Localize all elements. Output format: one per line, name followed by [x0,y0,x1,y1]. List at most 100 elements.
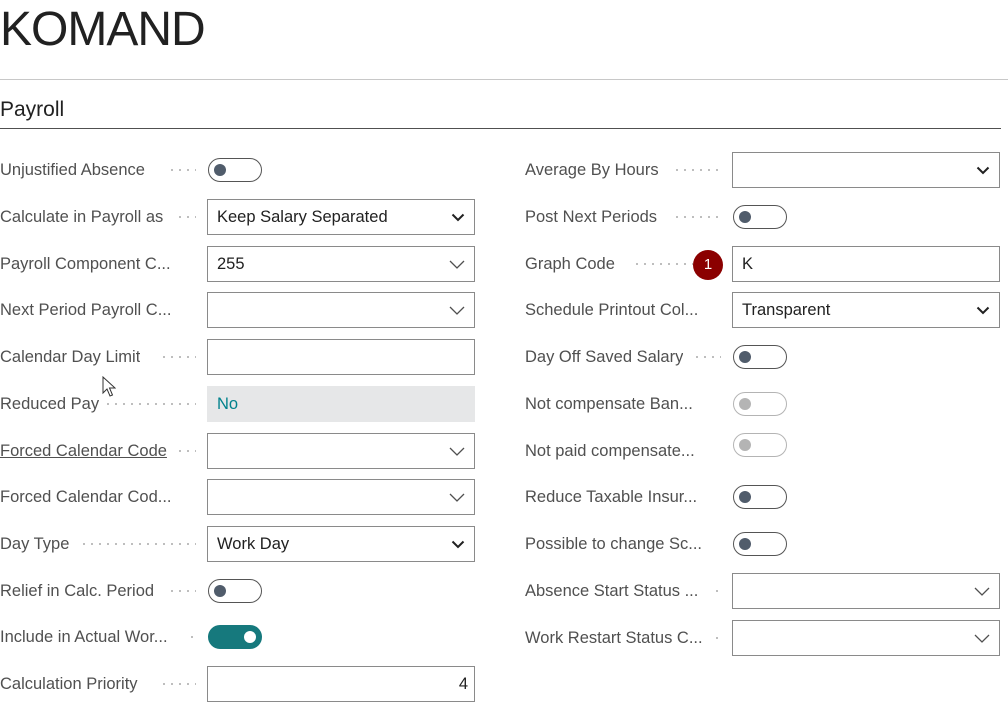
field-value: No [217,395,239,413]
reduce-taxable-insurance-toggle[interactable] [733,485,787,509]
field-label: Calculate in Payroll as [0,208,164,226]
post-next-periods-toggle[interactable] [733,205,787,229]
field-row-next-period-payroll: Next Period Payroll C... [0,292,480,328]
toggle-knob [739,398,751,410]
field-row-absence-start-status: Absence Start Status ... [525,573,1005,609]
graph-code-input[interactable]: K [732,246,1000,282]
dot-leader [168,169,196,171]
toggle-knob [214,164,226,176]
field-row-possible-to-change-schedule: Possible to change Sc... [525,526,1005,562]
field-row-reduce-taxable-insurance: Reduce Taxable Insur... [525,479,1005,515]
field-row-not-paid-compensate: Not paid compensate... [525,433,1005,469]
dot-leader [176,216,196,218]
field-row-average-by-hours: Average By Hours [525,152,1005,188]
dot-leader [176,450,196,452]
dot-leader [188,636,196,638]
field-label: Calculation Priority [0,675,138,693]
notification-badge[interactable]: 1 [693,250,723,280]
field-row-calculation-priority: Calculation Priority 4 [0,666,480,702]
not-paid-compensate-toggle [733,433,787,457]
page-title: KOMAND [0,3,206,56]
field-label: Payroll Component C... [0,255,171,273]
field-value: 255 [217,255,245,273]
field-value: Work Day [217,535,290,553]
dot-leader [104,403,196,405]
day-off-saved-salary-toggle[interactable] [733,345,787,369]
dropdown-arrow-icon [976,293,990,327]
field-label: Reduced Pay [0,395,100,413]
toggle-knob [739,491,751,503]
field-label: Forced Calendar Cod... [0,488,172,506]
field-label: Relief in Calc. Period [0,582,155,600]
title-divider [0,79,1008,80]
field-row-day-off-saved-salary: Day Off Saved Salary [525,339,1005,375]
dropdown-arrow-icon [976,153,990,187]
toggle-knob [244,631,256,643]
field-row-graph-code: Graph Code 1 K [525,246,1005,282]
dot-leader [168,590,196,592]
field-row-unjustified-absence: Unjustified Absence [0,152,480,188]
field-label: Day Off Saved Salary [525,348,684,366]
chevron-down-icon [974,621,990,655]
toggle-knob [214,585,226,597]
forced-calendar-code-link[interactable]: Forced Calendar Code [0,433,167,469]
field-label: Graph Code [525,255,615,273]
field-row-schedule-printout-color: Schedule Printout Col... Transparent [525,292,1005,328]
toggle-knob [739,211,751,223]
field-label: Not compensate Ban... [525,395,693,413]
field-row-post-next-periods: Post Next Periods [525,199,1005,235]
field-row-calendar-day-limit: Calendar Day Limit [0,339,480,375]
toggle-knob [739,351,751,363]
field-label: Reduce Taxable Insur... [525,488,698,506]
field-row-not-compensate-ban: Not compensate Ban... [525,386,1005,422]
field-value: Transparent [742,301,831,319]
payroll-component-lookup[interactable]: 255 [207,246,475,282]
chevron-down-icon [974,574,990,608]
include-in-actual-work-toggle[interactable] [208,625,262,649]
chevron-down-icon [449,480,465,514]
field-value: 4 [458,675,468,693]
field-row-calculate-in-payroll: Calculate in Payroll as Keep Salary Sepa… [0,199,480,235]
field-row-work-restart-status: Work Restart Status C... [525,620,1005,656]
schedule-printout-color-select[interactable]: Transparent [732,292,1000,328]
absence-start-status-lookup[interactable] [732,573,1000,609]
field-label: Calendar Day Limit [0,348,141,366]
field-row-forced-calendar-code: Forced Calendar Code [0,433,480,469]
field-row-payroll-component: Payroll Component C... 255 [0,246,480,282]
forced-calendar-code-lookup[interactable] [207,433,475,469]
chevron-down-icon [449,434,465,468]
unjustified-absence-toggle[interactable] [208,158,262,182]
dot-leader [160,356,196,358]
possible-to-change-schedule-toggle[interactable] [733,532,787,556]
relief-in-calc-period-toggle[interactable] [208,579,262,603]
dot-leader [160,683,196,685]
field-label: Unjustified Absence [0,161,145,179]
field-label: Not paid compensate... [525,442,695,460]
dot-leader [713,637,721,639]
chevron-down-icon [449,293,465,327]
field-label: Post Next Periods [525,208,658,226]
field-value: K [742,255,754,273]
work-restart-status-lookup[interactable] [732,620,1000,656]
field-label: Work Restart Status C... [525,629,703,647]
calculate-in-payroll-select[interactable]: Keep Salary Separated [207,199,475,235]
dot-leader [693,356,721,358]
forced-calendar-cod-lookup[interactable] [207,479,475,515]
next-period-payroll-lookup[interactable] [207,292,475,328]
dropdown-arrow-icon [451,200,465,234]
calculation-priority-input[interactable]: 4 [207,666,475,702]
field-label: Day Type [0,535,70,553]
dot-leader [633,263,693,265]
field-row-relief-in-calc-period: Relief in Calc. Period [0,573,480,609]
calendar-day-limit-input[interactable] [207,339,475,375]
field-label: Include in Actual Wor... [0,628,168,646]
field-label: Possible to change Sc... [525,535,703,553]
dot-leader [80,543,196,545]
field-value: Keep Salary Separated [217,208,388,226]
field-row-reduced-pay: Reduced Pay No [0,386,480,422]
day-type-select[interactable]: Work Day [207,526,475,562]
section-header-payroll[interactable]: Payroll [0,96,64,124]
average-by-hours-select[interactable] [732,152,1000,188]
field-row-forced-calendar-cod: Forced Calendar Cod... [0,479,480,515]
field-label: Average By Hours [525,161,659,179]
